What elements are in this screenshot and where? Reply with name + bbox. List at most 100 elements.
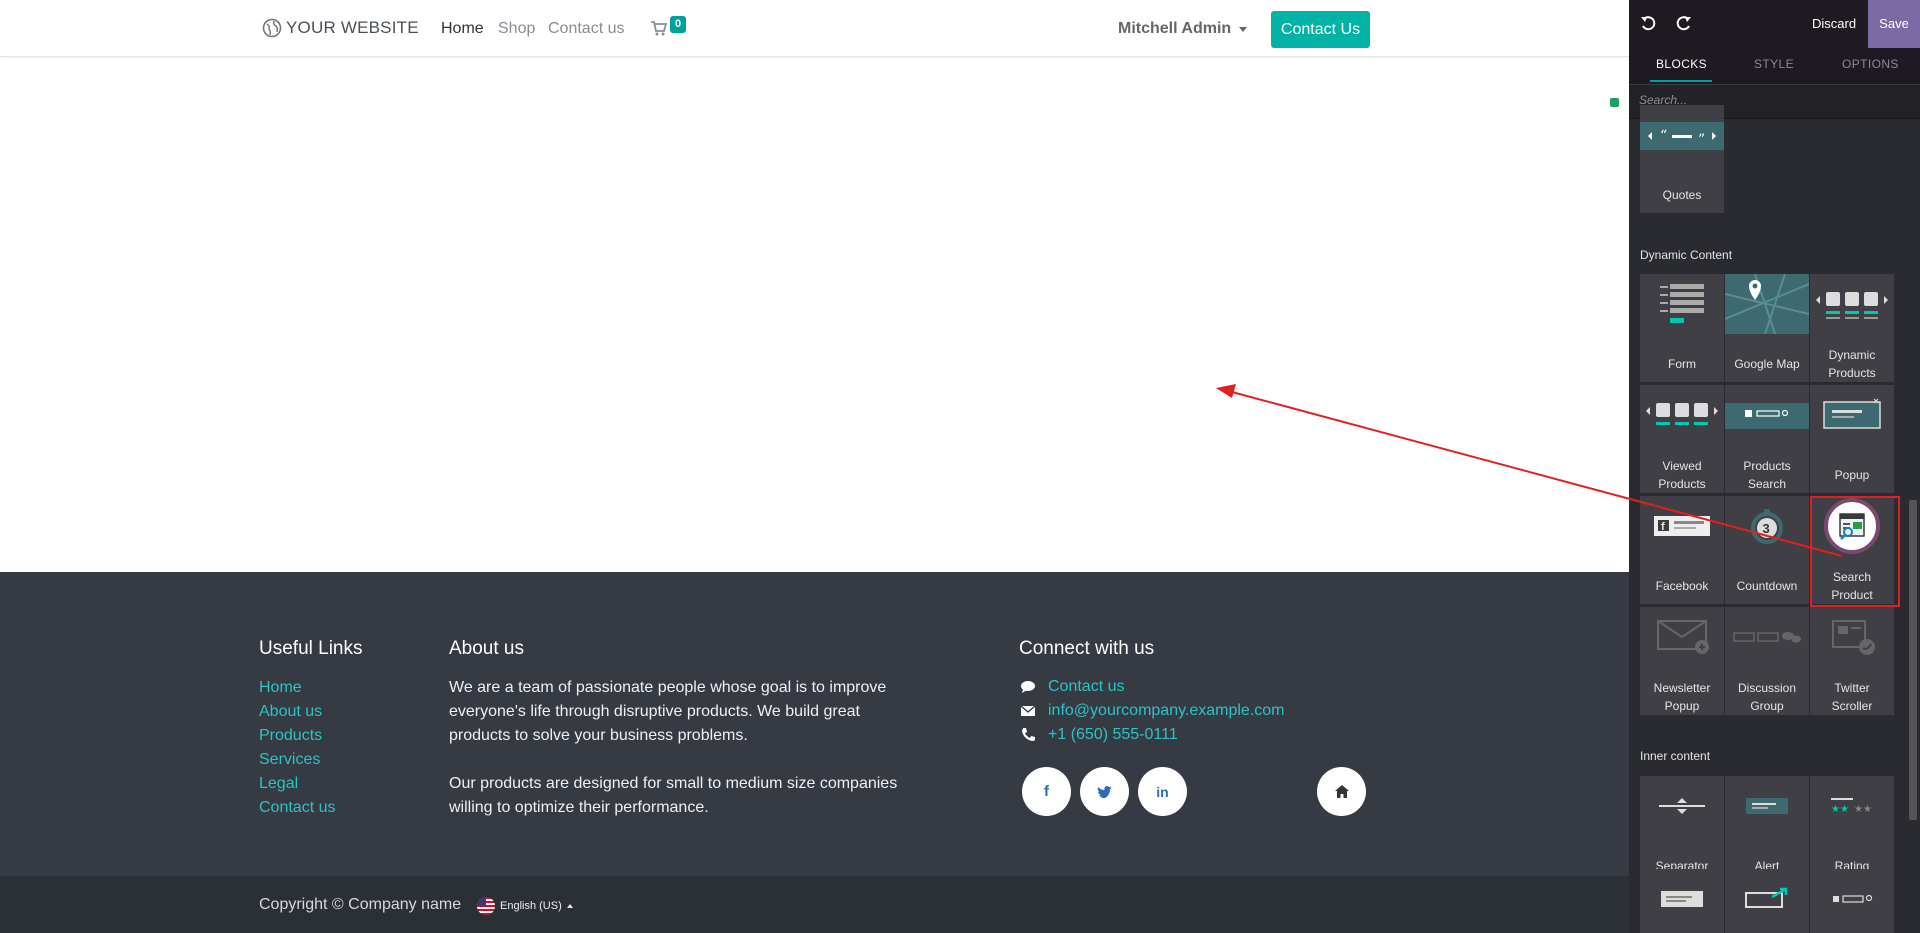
copyright-bar [0, 876, 1629, 933]
viewed-products-thumbnail [1640, 385, 1724, 445]
block-label: Google Map [1734, 357, 1800, 371]
quotes-thumbnail: “” [1640, 105, 1724, 165]
connect-phone-row[interactable]: +1 (650) 555-0111 [1020, 726, 1178, 744]
block-search-product[interactable]: Search Product [1810, 496, 1894, 604]
partial-block-thumbnail [1640, 869, 1724, 929]
footer-link-products[interactable]: Products [259, 724, 335, 748]
partial-block-thumbnail [1810, 869, 1894, 929]
user-menu[interactable]: Mitchell Admin [1118, 20, 1248, 38]
block-label: Products Search [1743, 459, 1791, 491]
countdown-thumbnail: 3 [1725, 496, 1809, 556]
block-label: Newsletter Popup [1653, 681, 1711, 713]
block-quotes[interactable]: “” Quotes [1640, 105, 1724, 213]
search-product-icon [1824, 498, 1880, 554]
block-label: Form [1668, 357, 1696, 371]
svg-text:”: ” [1698, 132, 1705, 148]
svg-text:f: f [1661, 521, 1665, 533]
editor-toolbar: Discard Save [1629, 0, 1920, 48]
search-product-thumbnail [1810, 496, 1894, 556]
footer-link-contact[interactable]: Contact us [259, 796, 335, 820]
alert-thumbnail [1725, 776, 1809, 836]
nav-shop[interactable]: Shop [498, 20, 535, 38]
block-rating[interactable]: ★★ ★★ Rating [1810, 776, 1894, 884]
discussion-group-thumbnail [1725, 607, 1809, 667]
twitter-social-button[interactable] [1080, 767, 1129, 816]
site-navbar: YOUR WEBSITE Home Shop Contact us 0 Mitc… [0, 0, 1629, 57]
block-label: Quotes [1662, 188, 1702, 202]
tab-blocks[interactable]: BLOCKS [1656, 57, 1707, 71]
facebook-thumbnail: f [1640, 496, 1724, 556]
status-indicator [1610, 98, 1619, 107]
contact-us-button[interactable]: Contact Us [1271, 11, 1370, 48]
panel-scrollbar[interactable] [1909, 500, 1917, 820]
discard-button[interactable]: Discard [1812, 16, 1856, 31]
cart-count-badge: 0 [670, 16, 686, 33]
linkedin-social-button[interactable]: in [1138, 767, 1187, 816]
tab-style[interactable]: STYLE [1754, 57, 1794, 71]
footer-link-home[interactable]: Home [259, 676, 335, 700]
block-popup[interactable]: Popup [1810, 385, 1894, 493]
block-partial-3[interactable] [1810, 869, 1894, 933]
brand-name: YOUR WEBSITE [286, 18, 419, 37]
rating-thumbnail: ★★ ★★ [1810, 776, 1894, 836]
us-flag-icon [477, 897, 495, 915]
newsletter-popup-thumbnail [1640, 607, 1724, 667]
editor-tabs: BLOCKS STYLE OPTIONS [1629, 48, 1920, 84]
nav-contact-us[interactable]: Contact us [548, 20, 624, 38]
language-selector[interactable]: English (US) [477, 897, 573, 915]
language-label: English (US) [500, 900, 562, 912]
block-form[interactable]: Form [1640, 274, 1724, 382]
block-newsletter-popup[interactable]: Newsletter Popup [1640, 607, 1724, 715]
block-alert[interactable]: Alert [1725, 776, 1809, 884]
twitter-icon [1097, 785, 1112, 798]
block-countdown[interactable]: 3 Countdown [1725, 496, 1809, 604]
svg-text:★★: ★★ [1854, 804, 1872, 815]
block-google-map[interactable]: Google Map [1725, 274, 1809, 382]
footer-link-services[interactable]: Services [259, 748, 335, 772]
connect-phone-link[interactable]: +1 (650) 555-0111 [1048, 726, 1178, 744]
block-label: Popup [1834, 468, 1870, 482]
block-facebook[interactable]: f Facebook [1640, 496, 1724, 604]
save-button[interactable]: Save [1868, 0, 1920, 48]
connect-email-row[interactable]: info@yourcompany.example.com [1020, 702, 1285, 720]
block-partial-1[interactable] [1640, 869, 1724, 933]
inner-content-title: Inner content [1640, 749, 1711, 763]
envelope-icon [1020, 705, 1036, 716]
home-social-button[interactable] [1317, 767, 1366, 816]
footer-link-legal[interactable]: Legal [259, 772, 335, 796]
svg-text:“: “ [1660, 128, 1667, 144]
site-brand[interactable]: YOUR WEBSITE [262, 18, 419, 38]
home-icon [1334, 785, 1349, 798]
footer-link-about[interactable]: About us [259, 700, 335, 724]
block-dynamic-products[interactable]: Dynamic Products [1810, 274, 1894, 382]
google-map-thumbnail [1725, 274, 1809, 334]
about-paragraph-2: Our products are designed for small to m… [449, 775, 898, 816]
block-partial-2[interactable] [1725, 869, 1809, 933]
block-viewed-products[interactable]: Viewed Products [1640, 385, 1724, 493]
block-label: Facebook [1655, 579, 1709, 593]
facebook-social-button[interactable]: f [1022, 767, 1071, 816]
user-name: Mitchell Admin [1118, 20, 1232, 37]
separator-thumbnail [1640, 776, 1724, 836]
globe-icon [262, 18, 282, 38]
undo-icon[interactable] [1640, 15, 1658, 33]
block-discussion-group[interactable]: Discussion Group [1725, 607, 1809, 715]
twitter-scroller-thumbnail [1810, 607, 1894, 667]
about-paragraph-1: We are a team of passionate people whose… [449, 679, 887, 744]
nav-home[interactable]: Home [441, 20, 484, 38]
linkedin-icon: in [1156, 783, 1169, 800]
cart-link[interactable]: 0 [651, 16, 687, 41]
connect-contact-row[interactable]: Contact us [1020, 678, 1124, 696]
block-products-search[interactable]: Products Search [1725, 385, 1809, 493]
connect-email-link[interactable]: info@yourcompany.example.com [1048, 702, 1285, 720]
block-separator[interactable]: Separator [1640, 776, 1724, 884]
block-label: Viewed Products [1658, 459, 1706, 491]
partial-block-thumbnail [1725, 869, 1809, 929]
tab-options[interactable]: OPTIONS [1842, 57, 1899, 71]
block-label: Dynamic Products [1828, 348, 1876, 380]
block-twitter-scroller[interactable]: Twitter Scroller [1810, 607, 1894, 715]
useful-links-list: Home About us Products Services Legal Co… [259, 676, 335, 820]
about-us-title: About us [449, 638, 524, 659]
redo-icon[interactable] [1674, 15, 1692, 33]
connect-contact-link[interactable]: Contact us [1048, 678, 1124, 696]
